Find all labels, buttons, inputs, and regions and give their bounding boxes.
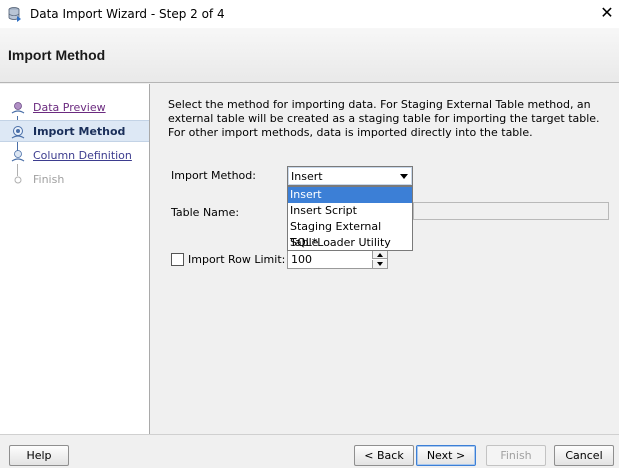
chevron-down-icon[interactable] — [400, 174, 408, 179]
step-finish: Finish — [0, 169, 149, 191]
current-step-icon — [11, 126, 25, 139]
help-button[interactable]: Help — [9, 445, 69, 466]
wizard-footer: Help < Back Next > Finish Cancel — [0, 434, 619, 468]
wizard-content: Select the method for importing data. Fo… — [151, 84, 619, 434]
arrow-up-icon — [377, 253, 383, 257]
import-row-limit-label[interactable]: Import Row Limit: — [188, 253, 285, 266]
window-title: Data Import Wizard - Step 2 of 4 — [30, 7, 225, 21]
import-method-combobox[interactable]: Insert — [287, 166, 413, 186]
visited-step-icon — [11, 102, 25, 114]
option-staging-external-table[interactable]: Staging External Table — [288, 219, 412, 249]
step-label[interactable]: Import Method — [33, 125, 125, 138]
finish-button: Finish — [486, 445, 546, 466]
database-icon — [8, 7, 21, 22]
spin-up-button[interactable] — [372, 251, 387, 259]
step-import-method[interactable]: Import Method — [0, 120, 149, 142]
table-name-field[interactable] — [413, 202, 609, 220]
spin-down-button[interactable] — [372, 260, 387, 268]
next-button[interactable]: Next > — [416, 445, 476, 466]
step-label[interactable]: Column Definition — [33, 149, 132, 162]
table-name-label: Table Name: — [171, 206, 240, 219]
option-sqlloader-utility[interactable]: SQL*Loader Utility — [288, 235, 412, 251]
step-label[interactable]: Data Preview — [33, 101, 106, 114]
row-limit-spinner[interactable]: 100 — [287, 250, 388, 269]
window-titlebar: Data Import Wizard - Step 2 of 4 ✕ — [0, 0, 619, 28]
page-title: Import Method — [8, 47, 106, 63]
option-insert-script[interactable]: Insert Script — [288, 203, 412, 219]
import-method-value: Insert — [291, 170, 323, 183]
disabled-step-icon — [14, 176, 22, 184]
description-text: Select the method for importing data. Fo… — [168, 98, 600, 139]
import-row-limit-checkbox[interactable] — [171, 253, 184, 266]
wizard-steps-panel: Data Preview Import Method Column Defini… — [0, 84, 150, 434]
back-button[interactable]: < Back — [354, 445, 414, 466]
arrow-down-icon — [377, 262, 383, 266]
step-data-preview[interactable]: Data Preview — [0, 97, 149, 119]
row-limit-value[interactable]: 100 — [291, 253, 312, 266]
option-insert[interactable]: Insert — [288, 187, 412, 203]
import-method-label: Import Method: — [171, 169, 256, 182]
cancel-button[interactable]: Cancel — [554, 445, 614, 466]
step-label: Finish — [33, 173, 65, 186]
close-icon[interactable]: ✕ — [596, 3, 618, 25]
wizard-header: Import Method — [0, 28, 619, 83]
step-column-definition[interactable]: Column Definition — [0, 145, 149, 167]
pending-step-icon — [11, 150, 25, 162]
import-method-dropdown: Insert Insert Script Staging External Ta… — [287, 186, 413, 251]
